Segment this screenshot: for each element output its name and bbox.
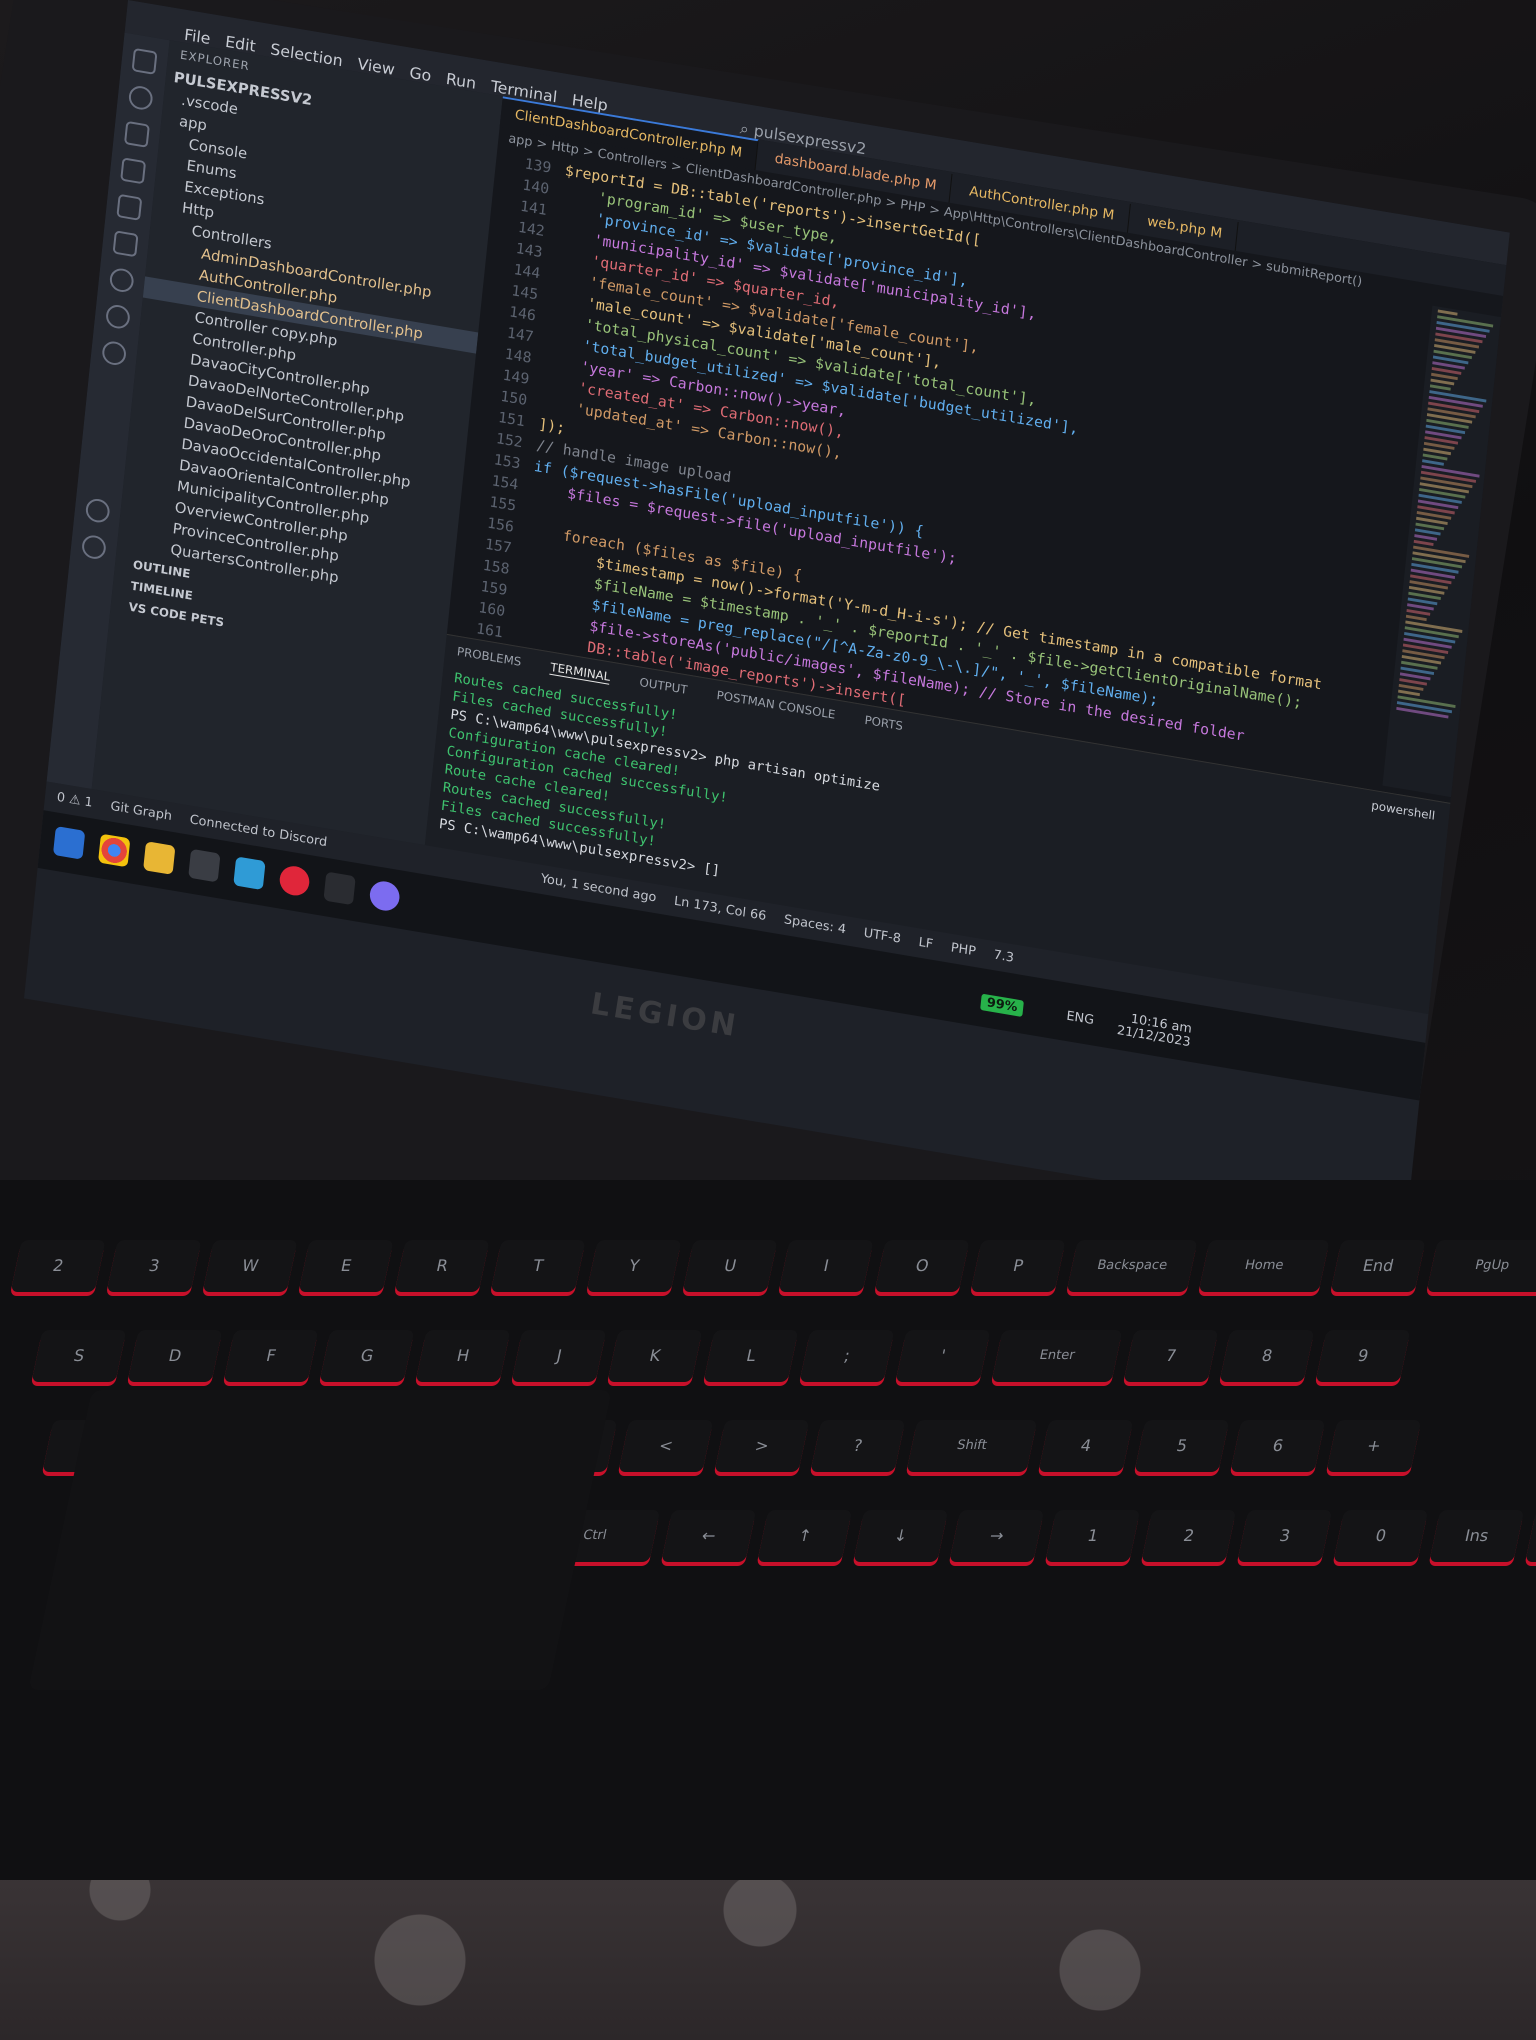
clock[interactable]: 10:16 am 21/12/2023 (1116, 1011, 1192, 1050)
keyboard-key: Y (586, 1240, 682, 1292)
keyboard-key: ' (895, 1330, 991, 1382)
keyboard-key: 7 (1123, 1330, 1219, 1382)
cmd-icon[interactable] (323, 871, 356, 906)
panel-tab-terminal[interactable]: TERMINAL (549, 660, 611, 685)
keyboard-key: I (778, 1240, 874, 1292)
keyboard-key: PgUp (1426, 1240, 1536, 1292)
panel-tab-ports[interactable]: PORTS (864, 713, 904, 733)
keyboard-key: 3 (106, 1240, 202, 1292)
status-language[interactable]: PHP (950, 941, 976, 960)
panel-tab-output[interactable]: OUTPUT (639, 675, 688, 697)
files-icon[interactable] (131, 47, 158, 75)
search-icon[interactable] (127, 84, 154, 112)
run-debug-icon[interactable] (120, 157, 147, 185)
touchpad[interactable] (28, 1390, 612, 1690)
battery-indicator[interactable]: 99% (980, 993, 1025, 1017)
keyboard-key: U (682, 1240, 778, 1292)
terminal-app-icon[interactable] (188, 848, 221, 883)
keyboard-key: L (703, 1330, 799, 1382)
key-row: S D F G H J K L; ' Enter 7 8 9 (30, 1330, 1423, 1390)
keyboard-key: 9 (1315, 1330, 1411, 1382)
keyboard-key: P (970, 1240, 1066, 1292)
keyboard-key: T (490, 1240, 586, 1292)
keyboard-key: Home (1198, 1240, 1330, 1292)
keyboard-key: F (223, 1330, 319, 1382)
keyboard-key: ↓ (853, 1510, 949, 1562)
keyboard-key: 1 (1045, 1510, 1141, 1562)
keyboard-key: 4 (1038, 1420, 1134, 1472)
discord-icon[interactable] (368, 879, 401, 913)
testing-icon[interactable] (112, 230, 139, 258)
keyboard-key: End (1330, 1240, 1426, 1292)
status-indentation[interactable]: Spaces: 4 (783, 913, 846, 938)
keyboard-key: → (949, 1510, 1045, 1562)
keyboard-key: 5 (1134, 1420, 1230, 1472)
keyboard-key: K (607, 1330, 703, 1382)
keyboard-key: J (511, 1330, 607, 1382)
status-problems[interactable]: 0 ⚠ 1 (56, 790, 93, 810)
start-icon[interactable] (52, 825, 86, 860)
panel-tab-problems[interactable]: PROBLEMS (456, 645, 522, 669)
keyboard-key: 8 (1219, 1330, 1315, 1382)
keyboard-key: + (1326, 1420, 1422, 1472)
keyboard-key: 3 (1237, 1510, 1333, 1562)
keyboard-key: Ins (1429, 1510, 1525, 1562)
keyboard-key: < (618, 1420, 714, 1472)
settings-gear-icon[interactable] (80, 533, 107, 561)
minimap-line (1413, 539, 1434, 547)
chrome-icon[interactable] (98, 833, 131, 868)
keyboard-key: ← (661, 1510, 757, 1562)
status-eol[interactable]: LF (918, 935, 934, 952)
keyboard-key: E (298, 1240, 394, 1292)
extensions-icon[interactable] (116, 193, 143, 221)
input-language[interactable]: ENG (1066, 1008, 1095, 1027)
keyboard-key: Backspace (1066, 1240, 1198, 1292)
keyboard-key: G (319, 1330, 415, 1382)
status-encoding[interactable]: UTF-8 (863, 926, 902, 947)
keyboard-key: 6 (1230, 1420, 1326, 1472)
keyboard-key: O (874, 1240, 970, 1292)
keyboard-key: ↑ (757, 1510, 853, 1562)
terminal-shell-label[interactable]: powershell (1371, 798, 1436, 822)
keyboard-key: ; (799, 1330, 895, 1382)
postman-icon[interactable] (101, 339, 128, 367)
keyboard-key: ? (810, 1420, 906, 1472)
git-graph-icon[interactable] (104, 303, 131, 331)
keyboard-key: Enter (991, 1330, 1123, 1382)
keyboard-key: H (415, 1330, 511, 1382)
key-row: AltCtrl←↑↓→1230InsDelEnter (431, 1510, 1536, 1570)
keyboard-key: D (127, 1330, 223, 1382)
vscode-icon[interactable] (233, 856, 266, 891)
status-git-graph[interactable]: Git Graph (110, 799, 173, 824)
keyboard-key: S (31, 1330, 127, 1382)
keyboard-key: 2 (1141, 1510, 1237, 1562)
keyboard-key: R (394, 1240, 490, 1292)
source-control-icon[interactable] (123, 120, 150, 148)
keyboard-key: Del (1525, 1510, 1536, 1562)
key-row: 2 3 W E R T Y U I O P Backspace Home End PgUp (9, 1240, 1536, 1300)
opera-icon[interactable] (278, 863, 311, 898)
keyboard-key: Shift (906, 1420, 1038, 1472)
keyboard-key: W (202, 1240, 298, 1292)
accounts-icon[interactable] (84, 497, 111, 525)
keyboard-key: 0 (1333, 1510, 1429, 1562)
keyboard-key: > (714, 1420, 810, 1472)
keyboard-key: 2 (10, 1240, 106, 1292)
remote-explorer-icon[interactable] (108, 266, 135, 294)
minimap-line (1437, 309, 1458, 316)
status-php-version[interactable]: 7.3 (993, 948, 1015, 966)
file-explorer-icon[interactable] (143, 841, 176, 875)
